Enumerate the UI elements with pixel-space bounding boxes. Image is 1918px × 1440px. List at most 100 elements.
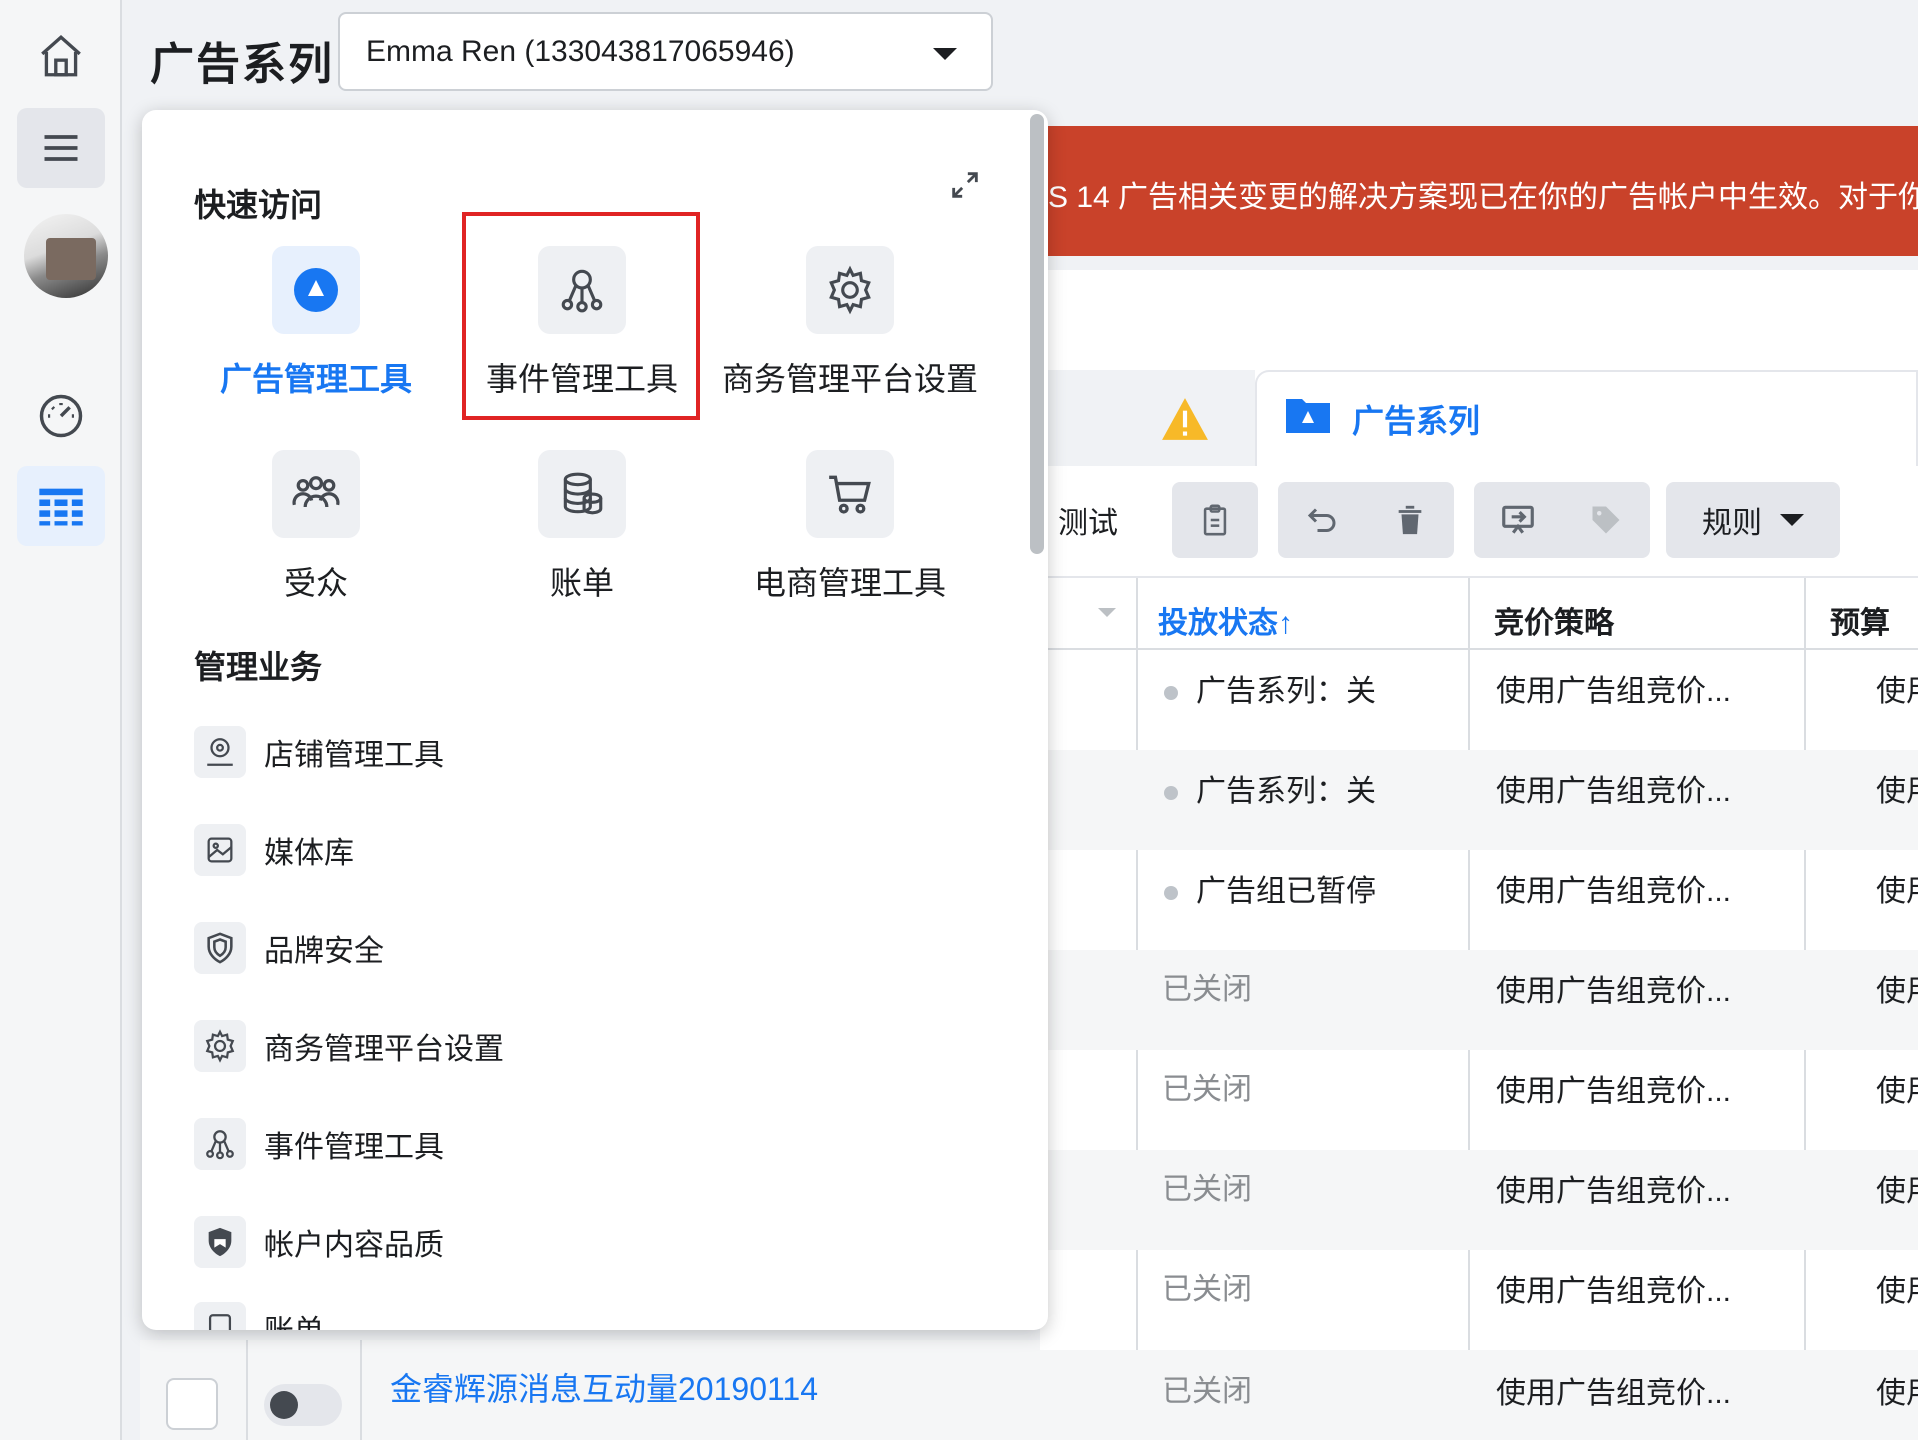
campaigns-table-button[interactable] <box>17 466 105 546</box>
popup-scrollbar[interactable] <box>1030 114 1044 554</box>
quick-audiences[interactable]: 受众 <box>186 450 446 604</box>
undo-delete-group <box>1278 482 1454 558</box>
dashboard-button[interactable] <box>17 376 105 456</box>
gear-icon <box>205 1029 235 1063</box>
notice-banner-text: S 14 广告相关变更的解决方案现已在你的广告帐户中生效。对于你 <box>1048 181 1918 214</box>
test-button[interactable]: 测试 <box>1040 482 1152 558</box>
chevron-down-icon <box>933 48 957 60</box>
export-icon <box>1502 505 1534 534</box>
menu-item-billing[interactable]: 账单 <box>194 1300 324 1330</box>
cart-icon <box>829 475 871 514</box>
budget-cell: 使用 <box>1876 1175 1918 1208</box>
quick-events-manager[interactable]: 事件管理工具 <box>452 246 712 400</box>
notice-banner: S 14 广告相关变更的解决方案现已在你的广告帐户中生效。对于你 <box>1040 126 1918 256</box>
ads-manager-icon <box>294 268 338 312</box>
budget-cell: 使用 <box>1876 875 1918 908</box>
bid-strategy-cell: 使用广告组竞价... <box>1496 1275 1732 1308</box>
status-dot <box>1164 786 1178 801</box>
delivery-status: 已关闭 <box>1162 1073 1252 1106</box>
rules-dropdown[interactable]: 规则 <box>1666 482 1840 558</box>
billing-icon <box>563 472 603 515</box>
column-divider <box>246 1340 248 1440</box>
folder-ads-icon <box>1286 399 1330 433</box>
menu-item-account-quality[interactable]: 帐户内容品质 <box>194 1214 444 1270</box>
clipboard-button[interactable] <box>1172 482 1258 558</box>
bid-strategy-cell: 使用广告组竞价... <box>1496 1175 1732 1208</box>
left-nav-rail <box>0 0 122 1440</box>
test-button-label: 测试 <box>1058 507 1118 540</box>
events-manager-icon <box>206 1130 234 1160</box>
menu-item-events-manager[interactable]: 事件管理工具 <box>194 1116 444 1172</box>
bid-strategy-cell: 使用广告组竞价... <box>1496 775 1732 808</box>
tag-button[interactable] <box>1562 502 1650 538</box>
account-quality-icon <box>208 1227 232 1257</box>
expand-icon[interactable] <box>948 168 982 202</box>
menu-item-business-settings[interactable]: 商务管理平台设置 <box>194 1018 504 1074</box>
events-manager-icon <box>561 269 603 313</box>
account-select-value: Emma Ren (133043817065946) <box>366 34 795 68</box>
bid-strategy-cell: 使用广告组竞价... <box>1496 875 1732 908</box>
column-header-delivery[interactable]: 投放状态↑ <box>1158 598 1293 642</box>
quick-billing[interactable]: 账单 <box>452 450 712 604</box>
app-root: 广告系列 Emma Ren (133043817065946) S 14 广告相… <box>0 0 1918 1440</box>
media-library-icon <box>207 837 233 863</box>
quick-ads-manager[interactable]: 广告管理工具 <box>186 246 446 400</box>
billing-icon <box>208 1314 232 1330</box>
column-header-budget[interactable]: 预算 <box>1830 598 1890 642</box>
bid-strategy-cell: 使用广告组竞价... <box>1496 675 1732 708</box>
status-dot <box>1164 686 1178 701</box>
menu-item-media-library[interactable]: 媒体库 <box>194 822 354 878</box>
row-checkbox[interactable] <box>166 1378 218 1430</box>
bid-strategy-cell: 使用广告组竞价... <box>1496 1075 1732 1108</box>
budget-cell: 使用 <box>1876 1075 1918 1108</box>
delivery-status: 已关闭 <box>1162 973 1252 1006</box>
budget-cell: 使用 <box>1876 775 1918 808</box>
dashboard-icon <box>39 394 83 438</box>
delivery-status: 广告组已暂停 <box>1164 866 1376 910</box>
tab-inactive[interactable] <box>1040 370 1255 466</box>
audience-icon <box>292 476 340 508</box>
delete-button[interactable] <box>1366 503 1454 537</box>
quick-commerce-manager-label: 电商管理工具 <box>753 565 946 601</box>
home-icon <box>41 35 81 77</box>
manage-business-title: 管理业务 <box>194 649 323 685</box>
shield-icon <box>207 932 233 964</box>
store-location-icon <box>207 738 233 766</box>
warning-icon <box>1162 398 1208 440</box>
quick-ads-manager-label: 广告管理工具 <box>219 361 412 397</box>
page-title: 广告系列 <box>150 40 334 89</box>
avatar[interactable] <box>24 214 108 298</box>
column-header-bid-strategy[interactable]: 竞价策略 <box>1494 598 1614 642</box>
menu-button[interactable] <box>17 108 105 188</box>
chevron-down-icon <box>1780 514 1804 526</box>
menu-item-store-locations[interactable]: 店铺管理工具 <box>194 724 444 780</box>
campaign-toggle[interactable] <box>264 1384 342 1426</box>
delivery-status: 已关闭 <box>1162 1173 1252 1206</box>
quick-commerce-manager[interactable]: 电商管理工具 <box>720 450 980 604</box>
quick-business-settings[interactable]: 商务管理平台设置 <box>720 246 980 400</box>
rules-label: 规则 <box>1702 507 1762 540</box>
delivery-status: 已关闭 <box>1162 1273 1252 1306</box>
bid-strategy-cell: 使用广告组竞价... <box>1496 1377 1732 1410</box>
quick-business-settings-label: 商务管理平台设置 <box>721 361 978 397</box>
tab-campaigns-label: 广告系列 <box>1352 403 1481 439</box>
column-dropdown-icon[interactable] <box>1098 608 1116 617</box>
clipboard-icon <box>1203 504 1227 536</box>
account-select[interactable]: Emma Ren (133043817065946) <box>338 12 993 91</box>
export-tag-group <box>1474 482 1650 558</box>
quick-access-title: 快速访问 <box>194 187 323 223</box>
quick-audiences-label: 受众 <box>283 565 348 601</box>
delivery-status: 广告系列：关 <box>1164 666 1376 710</box>
budget-cell: 使用 <box>1876 1275 1918 1308</box>
undo-button[interactable] <box>1278 502 1366 538</box>
table-icon <box>39 488 83 526</box>
export-button[interactable] <box>1474 501 1562 539</box>
status-dot <box>1164 886 1178 901</box>
home-button[interactable] <box>17 16 105 96</box>
budget-cell: 使用 <box>1876 975 1918 1008</box>
menu-item-brand-safety[interactable]: 品牌安全 <box>194 920 384 976</box>
campaign-name-link[interactable]: 金睿辉源消息互动量20190114 <box>390 1364 818 1410</box>
business-tools-popup: 快速访问 广告管理工具 事件管理工具 商务管理平台设置 受众 账单 电商管理工具 <box>142 110 1048 1330</box>
column-divider <box>360 1340 362 1440</box>
tag-icon <box>1592 506 1620 534</box>
